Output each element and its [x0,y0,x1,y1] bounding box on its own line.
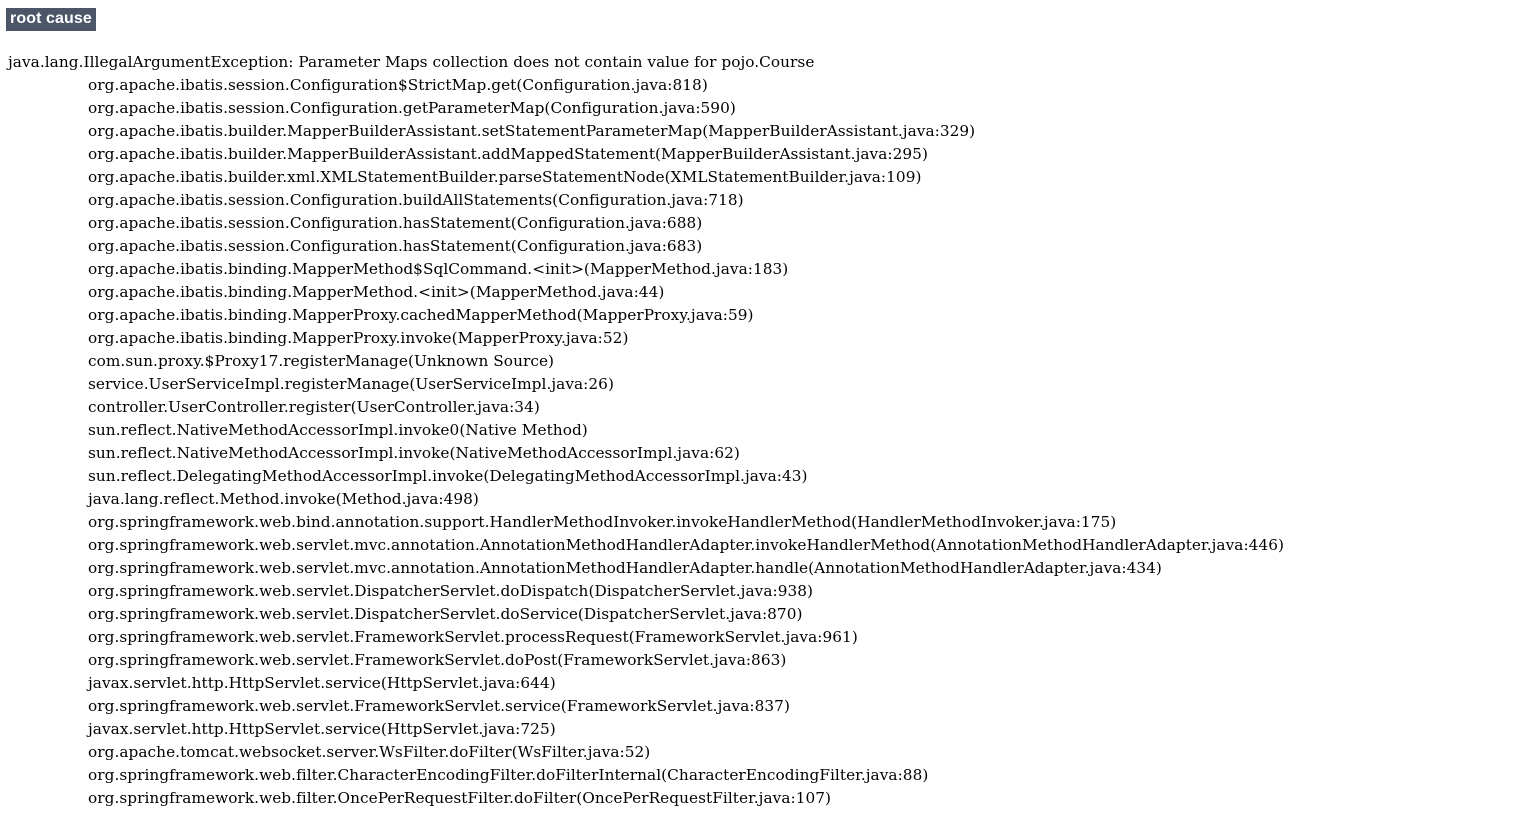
stacktrace-frame: java.lang.reflect.Method.invoke(Method.j… [88,490,479,508]
stacktrace-frame: org.springframework.web.servlet.Framewor… [88,697,790,715]
stacktrace-frame: org.apache.ibatis.session.Configuration.… [88,191,744,209]
stacktrace-frame: org.springframework.web.servlet.Framewor… [88,628,858,646]
root-cause-error-page: { "header": { "label": "root cause", "hi… [0,0,1537,831]
stacktrace-frame: org.apache.ibatis.binding.MapperProxy.in… [88,329,629,347]
stacktrace-frame: sun.reflect.DelegatingMethodAccessorImpl… [88,467,808,485]
exception-message: java.lang.IllegalArgumentException: Para… [8,53,815,71]
stacktrace-frame: org.apache.ibatis.session.Configuration.… [88,214,703,232]
stacktrace-frame: org.springframework.web.servlet.Dispatch… [88,582,814,600]
stacktrace-frame: org.springframework.web.servlet.Framewor… [88,651,787,669]
stacktrace-frame: org.apache.ibatis.builder.xml.XMLStateme… [88,168,922,186]
stacktrace-frame: org.springframework.web.filter.Character… [88,766,929,784]
stacktrace-frame: org.apache.ibatis.binding.MapperProxy.ca… [88,306,754,324]
stacktrace-frame: org.springframework.web.bind.annotation.… [88,513,1117,531]
stacktrace-frame: service.UserServiceImpl.registerManage(U… [88,375,614,393]
stacktrace-frame: org.apache.ibatis.builder.MapperBuilderA… [88,145,928,163]
stacktrace-frame: controller.UserController.register(UserC… [88,398,540,416]
stacktrace-frame: org.apache.ibatis.binding.MapperMethod.<… [88,283,665,301]
stacktrace-frames: org.apache.ibatis.session.Configuration$… [8,74,1537,810]
stacktrace-frame: org.springframework.web.servlet.mvc.anno… [88,536,1285,554]
stacktrace-frame: org.apache.tomcat.websocket.server.WsFil… [88,743,651,761]
stacktrace-frame: sun.reflect.NativeMethodAccessorImpl.inv… [88,421,588,439]
stacktrace-frame: org.springframework.web.servlet.Dispatch… [88,605,803,623]
stacktrace-frame: javax.servlet.http.HttpServlet.service(H… [88,720,556,738]
stacktrace-frame: org.springframework.web.filter.OncePerRe… [88,789,832,807]
stacktrace-frame: org.apache.ibatis.builder.MapperBuilderA… [88,122,976,140]
root-cause-heading-container: root cause [0,0,1537,31]
stacktrace-frame: org.apache.ibatis.session.Configuration.… [88,237,703,255]
stacktrace-frame: com.sun.proxy.$Proxy17.registerManage(Un… [88,352,555,370]
stacktrace-block: java.lang.IllegalArgumentException: Para… [0,51,1537,810]
stacktrace-frame: org.apache.ibatis.binding.MapperMethod$S… [88,260,789,278]
stacktrace-frame: javax.servlet.http.HttpServlet.service(H… [88,674,556,692]
stacktrace-frame: org.apache.ibatis.session.Configuration.… [88,99,736,117]
stacktrace-frame: org.springframework.web.servlet.mvc.anno… [88,559,1162,577]
heading-spacer [0,31,1537,51]
stacktrace-frame: sun.reflect.NativeMethodAccessorImpl.inv… [88,444,740,462]
root-cause-heading: root cause [6,8,96,31]
stacktrace-frame: org.apache.ibatis.session.Configuration$… [88,76,708,94]
